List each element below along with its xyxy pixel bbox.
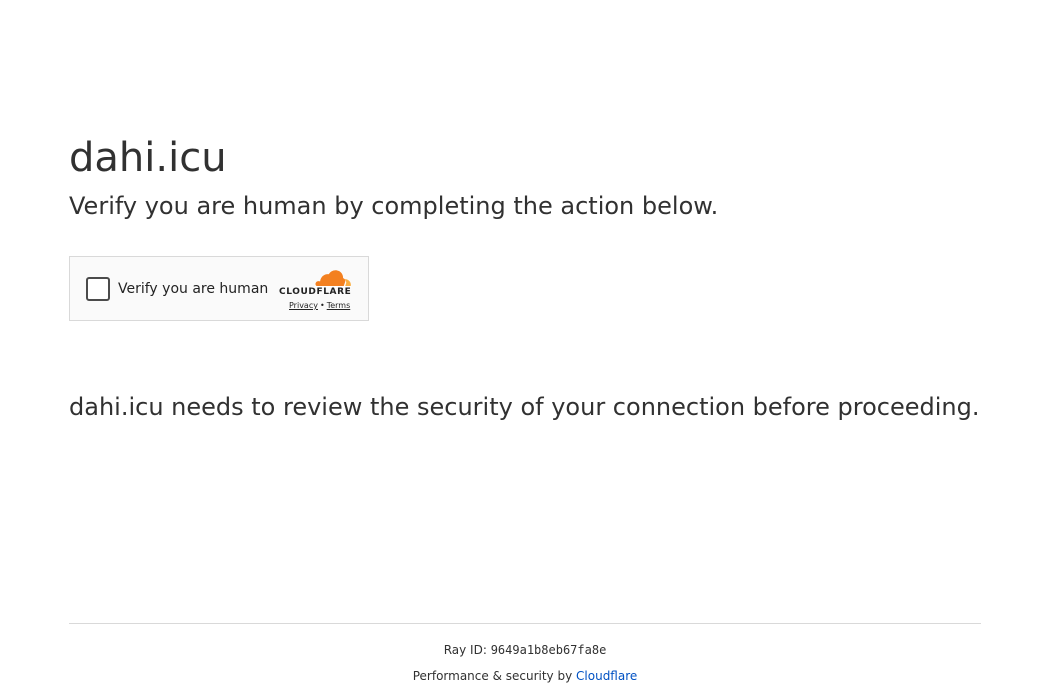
cloudflare-branding: CLOUDFLARE Privacy • Terms [278,267,354,311]
verification-heading: Verify you are human by completing the a… [69,192,719,220]
verify-checkbox[interactable] [86,277,110,301]
terms-link[interactable]: Terms [327,301,351,310]
performance-prefix: Performance & security by [412,669,573,683]
ray-id-line: Ray ID: 9649a1b8eb67fa8e [69,642,981,658]
verify-checkbox-label[interactable]: Verify you are human [118,280,268,298]
link-separator: • [319,301,325,310]
performance-line: Performance & security by Cloudflare [69,668,981,684]
ray-id-label: Ray ID: [443,643,487,657]
site-domain-title: dahi.icu [69,135,227,181]
cloudflare-link[interactable]: Cloudflare [576,669,637,683]
page-footer: Ray ID: 9649a1b8eb67fa8e Performance & s… [69,623,981,694]
security-review-message: dahi.icu needs to review the security of… [69,393,980,421]
turnstile-widget: Verify you are human CLOUDFLARE Privacy •… [69,256,369,321]
widget-policy-links: Privacy • Terms [289,301,350,311]
privacy-link[interactable]: Privacy [289,301,318,310]
ray-id-value: 9649a1b8eb67fa8e [490,643,607,657]
cloudflare-wordmark: CLOUDFLARE [279,287,352,297]
cloudflare-cloud-icon [315,270,351,288]
